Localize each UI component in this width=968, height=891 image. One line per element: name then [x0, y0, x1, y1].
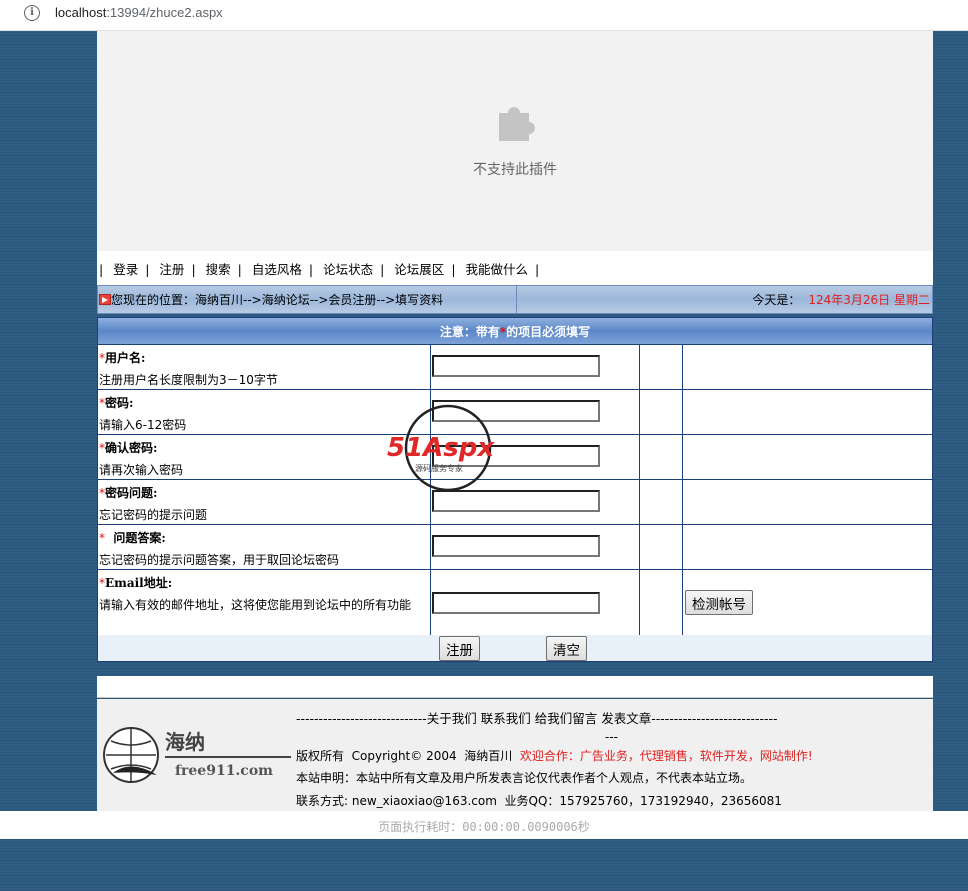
form-row-username: *用户名: 注册用户名长度限制为3－10字节	[98, 345, 932, 390]
confirm-password-hint: 请再次输入密码	[99, 463, 184, 477]
username-label: 用户名:	[105, 351, 146, 365]
empty-cell	[640, 525, 683, 569]
nav-separator: |	[99, 262, 104, 277]
field-input-cell	[431, 390, 640, 434]
field-input-cell	[431, 435, 640, 479]
nav-separator: |	[145, 262, 150, 277]
field-label-cell: * 问题答案: 忘记密码的提示问题答案，用于取回论坛密码	[98, 525, 431, 569]
footer-statement: 本站申明：本站中所有文章及用户所发表言论仅代表作者个人观点，不代表本站立场。	[296, 771, 753, 785]
empty-cell	[640, 570, 683, 635]
footer-body: 海纳 free911.com -------------------------…	[97, 699, 933, 811]
answer-hint: 忘记密码的提示问题答案，用于取回论坛密码	[99, 553, 340, 567]
cooperation-text: 欢迎合作：广告业务，代理销售，软件开发，网站制作!	[519, 749, 813, 763]
nav-showcase[interactable]: 论坛展区	[394, 262, 444, 277]
field-label-cell: *用户名: 注册用户名长度限制为3－10字节	[98, 345, 431, 389]
nav-style[interactable]: 自选风格	[252, 262, 302, 277]
nav-register[interactable]: 注册	[159, 262, 184, 277]
check-account-button[interactable]: 检测帐号	[685, 590, 753, 615]
registration-form: *用户名: 注册用户名长度限制为3－10字节 *密码: 请输入6-12密码 *确…	[97, 344, 933, 662]
notice-prefix: 注意：带有	[439, 325, 500, 339]
top-nav: | 登录 | 注册 | 搜索 | 自选风格 | 论坛状态 | 论坛展区 | 我能做什么 |	[97, 251, 933, 285]
question-label: 密码问题:	[105, 486, 158, 500]
footer-spacer	[97, 676, 933, 698]
address-bar[interactable]: i localhost:13994/zhuce2.aspx	[0, 0, 968, 31]
logo-en: free911.com	[175, 763, 273, 779]
password-label: 密码:	[105, 396, 134, 410]
confirm-password-input[interactable]	[432, 445, 600, 467]
info-icon[interactable]: i	[24, 5, 40, 21]
copyright-text: 版权所有 Copyright© 2004 海纳百川	[296, 749, 513, 763]
nav-separator: |	[451, 262, 456, 277]
page-container: 不支持此插件 | 登录 | 注册 | 搜索 | 自选风格 | 论坛状态 | 论坛展区 | 我…	[97, 31, 933, 811]
notice-suffix: 的项目必须填写	[506, 325, 591, 339]
breadcrumb-text: 您现在的位置：海纳百川-->海纳论坛-->会员注册-->填写资料	[111, 293, 444, 307]
field-label-cell: *密码问题: 忘记密码的提示问题	[98, 480, 431, 524]
site-logo: 海纳 free911.com	[103, 727, 291, 783]
clear-button[interactable]: 清空	[546, 636, 587, 661]
password-input[interactable]	[432, 400, 600, 422]
nav-search[interactable]: 搜索	[206, 262, 231, 277]
nav-separator: |	[237, 262, 242, 277]
username-hint: 注册用户名长度限制为3－10字节	[99, 373, 278, 387]
email-label: Email地址:	[105, 576, 173, 590]
form-row-password: *密码: 请输入6-12密码	[98, 390, 932, 435]
exec-time: 页面执行耗时：00:00:00.0090006秒	[0, 811, 968, 839]
nav-help[interactable]: 我能做什么	[466, 262, 529, 277]
field-label-cell: *Email地址: 请输入有效的邮件地址，这将使您能用到论坛中的所有功能	[98, 570, 431, 635]
empty-cell	[640, 345, 683, 389]
empty-cell	[640, 480, 683, 524]
url-path: :13994/zhuce2.aspx	[106, 5, 223, 20]
footer-copyright: 版权所有 Copyright© 2004 海纳百川 欢迎合作：广告业务，代理销售…	[296, 747, 813, 764]
email-input[interactable]	[432, 592, 600, 614]
empty-cell	[640, 390, 683, 434]
footer-dash: ---	[605, 730, 618, 744]
logo-cn: 海纳	[165, 730, 205, 754]
nav-separator: |	[535, 262, 540, 277]
puzzle-icon	[499, 107, 535, 141]
form-actions: 注册 清空	[98, 635, 932, 661]
submit-button[interactable]: 注册	[439, 636, 480, 661]
footer-contact: 联系方式: new_xiaoxiao@163.com 业务QQ：15792576…	[296, 794, 782, 808]
form-row-question: *密码问题: 忘记密码的提示问题	[98, 480, 932, 525]
form-row-confirm-password: *确认密码: 请再次输入密码	[98, 435, 932, 480]
form-row-answer: * 问题答案: 忘记密码的提示问题答案，用于取回论坛密码	[98, 525, 932, 570]
answer-input[interactable]	[432, 535, 600, 557]
today-label: 今天是：	[752, 293, 801, 307]
field-input-cell	[431, 345, 640, 389]
url-text[interactable]: localhost:13994/zhuce2.aspx	[55, 5, 223, 20]
empty-cell	[640, 435, 683, 479]
required-notice: 注意：带有*的项目必须填写	[97, 317, 933, 344]
nav-status[interactable]: 论坛状态	[323, 262, 373, 277]
password-hint: 请输入6-12密码	[99, 418, 187, 432]
arrow-right-icon	[99, 294, 111, 305]
field-input-cell	[431, 525, 640, 569]
nav-login[interactable]: 登录	[113, 262, 138, 277]
nav-separator: |	[380, 262, 385, 277]
nav-separator: |	[308, 262, 314, 277]
confirm-password-label: 确认密码:	[105, 441, 158, 455]
breadcrumb: 您现在的位置：海纳百川-->海纳论坛-->会员注册-->填写资料	[98, 286, 517, 313]
url-host: localhost	[55, 5, 107, 20]
plugin-placeholder: 不支持此插件	[97, 31, 933, 251]
username-input[interactable]	[432, 355, 600, 377]
footer: 海纳 free911.com -------------------------…	[97, 676, 933, 811]
footer-links[interactable]: -----------------------------关于我们 联系我们 给…	[296, 708, 933, 727]
today-date: 124年3月26日 星期二	[808, 293, 930, 307]
answer-label: 问题答案:	[105, 531, 166, 545]
plugin-message: 不支持此插件	[473, 162, 557, 178]
field-label-cell: *密码: 请输入6-12密码	[98, 390, 431, 434]
question-hint: 忘记密码的提示问题	[99, 508, 208, 522]
location-bar: 您现在的位置：海纳百川-->海纳论坛-->会员注册-->填写资料 今天是： 124…	[97, 285, 933, 314]
nav-separator: |	[191, 262, 196, 277]
email-hint: 请输入有效的邮件地址，这将使您能用到论坛中的所有功能	[99, 598, 412, 612]
field-label-cell: *确认密码: 请再次输入密码	[98, 435, 431, 479]
question-input[interactable]	[432, 490, 600, 512]
field-input-cell	[431, 480, 640, 524]
today-info: 今天是： 124年3月26日 星期二	[752, 291, 930, 308]
form-row-email: *Email地址: 请输入有效的邮件地址，这将使您能用到论坛中的所有功能 检测帐…	[98, 570, 932, 636]
field-input-cell	[431, 570, 640, 635]
